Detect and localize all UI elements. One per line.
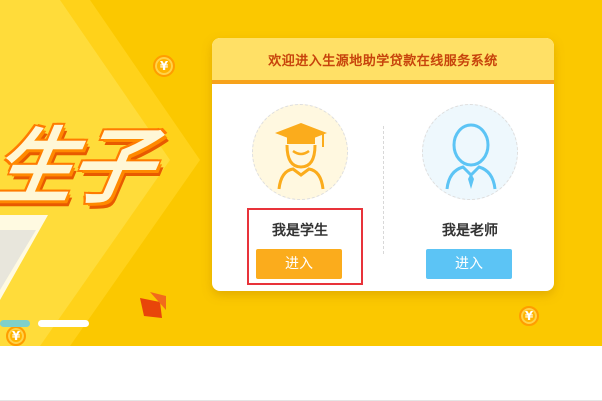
carousel-dot-active[interactable] [38,320,89,327]
carousel-dot[interactable] [0,320,30,327]
page-footer [0,346,602,401]
graduation-cap-icon [275,123,327,190]
selection-highlight-box [247,208,363,285]
banner-hero-text: 生子 [0,120,157,215]
system-title: 欢迎进入生源地助学贷款在线服务系统 [268,53,498,69]
teacher-person-icon [445,123,497,190]
role-divider [383,126,384,254]
coin-icon: ¥ [153,55,175,77]
coin-icon: ¥ [6,326,26,346]
student-avatar [252,104,348,200]
teacher-avatar [422,104,518,200]
teacher-role-label: 我是老师 [442,223,498,239]
coin-icon: ¥ [519,306,539,326]
teacher-enter-button[interactable]: 进入 [426,249,512,279]
card-header: 欢迎进入生源地助学贷款在线服务系统 [212,38,554,84]
